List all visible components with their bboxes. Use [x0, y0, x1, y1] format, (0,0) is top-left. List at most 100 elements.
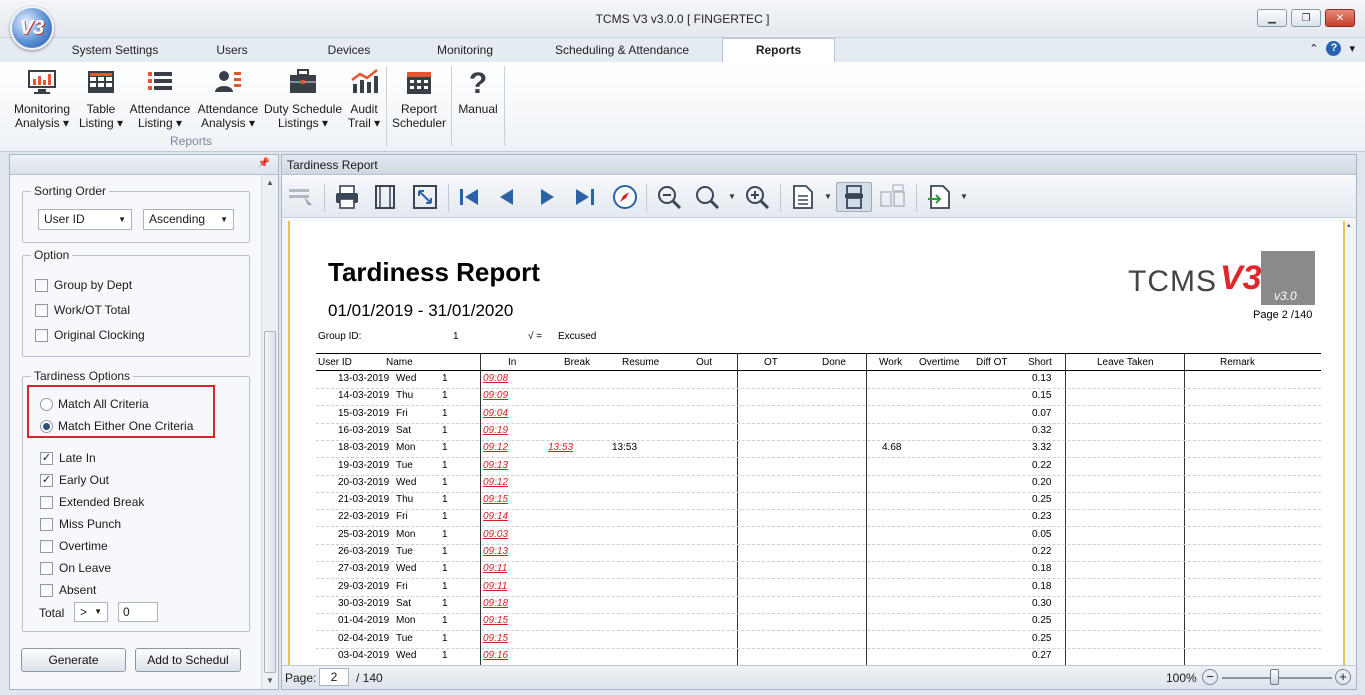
option-group: Option Group by Dept Work/OT Total Origi… — [22, 248, 250, 357]
close-button[interactable]: ✕ — [1325, 9, 1355, 27]
sort-order-select[interactable]: Ascending ▼ — [143, 209, 234, 230]
absent-checkbox[interactable]: Absent — [40, 582, 96, 598]
tab-reports[interactable]: Reports — [722, 38, 835, 63]
svg-text:?: ? — [469, 67, 487, 98]
scroll-thumb[interactable] — [264, 331, 276, 673]
logo-v3-text: V3 — [1220, 259, 1262, 297]
cell-day: Wed — [396, 563, 417, 575]
sort-field-value: User ID — [44, 212, 85, 226]
cell-short: 0.27 — [1032, 649, 1052, 661]
zoom-dropdown-icon[interactable]: ▼ — [728, 192, 736, 201]
app-logo[interactable]: V3 — [10, 6, 54, 50]
last-page-button[interactable] — [570, 182, 600, 212]
page-setup-button[interactable] — [370, 182, 400, 212]
multipage-dropdown-icon[interactable]: ▼ — [824, 192, 832, 201]
col-header-short: Short — [1028, 357, 1052, 368]
previous-page-button[interactable] — [492, 182, 522, 212]
scroll-up-icon[interactable]: ▲ — [262, 175, 278, 191]
page-number-input[interactable]: 2 — [319, 668, 349, 686]
extended-break-checkbox[interactable]: Extended Break — [40, 494, 144, 510]
group-by-dept-checkbox[interactable]: Group by Dept — [35, 277, 132, 293]
checkbox-label: Miss Punch — [59, 517, 122, 531]
cell-resume: 13:53 — [612, 442, 638, 454]
report-viewer[interactable]: Tardiness Report 01/01/2019 - 31/01/2020… — [282, 219, 1356, 665]
cell-day: Tue — [396, 459, 413, 471]
zoom-button[interactable] — [692, 182, 722, 212]
help-dropdown-icon[interactable]: ▾ — [1349, 42, 1355, 55]
logo-version-text: v3.0 — [1274, 289, 1297, 303]
audit-trail-button[interactable]: Audit Trail ▾ — [346, 66, 382, 130]
total-operator-select[interactable]: > ▼ — [74, 602, 108, 622]
ribbon-label: Listing ▾ — [128, 116, 192, 130]
attendance-analysis-button[interactable]: Attendance Analysis ▾ — [196, 66, 260, 130]
single-page-button[interactable] — [836, 182, 872, 212]
pin-icon[interactable]: 📌 — [258, 158, 270, 169]
next-page-button[interactable] — [532, 182, 562, 212]
sort-field-select[interactable]: User ID ▼ — [38, 209, 132, 230]
navigate-button[interactable] — [610, 182, 640, 212]
row-separator — [316, 491, 1321, 493]
col-header-user-id: User ID — [318, 357, 352, 368]
table-listing-button[interactable]: Table Listing ▾ — [78, 66, 124, 130]
tab-users[interactable]: Users — [200, 42, 264, 62]
scroll-up-icon[interactable]: ▴ — [1347, 221, 1355, 229]
add-to-schedule-button[interactable]: Add to Schedul — [135, 648, 241, 672]
print-button[interactable] — [332, 182, 362, 212]
attendance-listing-button[interactable]: Attendance Listing ▾ — [128, 66, 192, 130]
dropdown-icon: ▾ — [318, 116, 329, 130]
zoom-out-slider-icon[interactable]: − — [1202, 669, 1218, 685]
report-panel: Tardiness Report ▼ ▼ ▼ Tardiness Report … — [281, 154, 1357, 690]
early-out-checkbox[interactable]: ✓ Early Out — [40, 472, 109, 488]
cell-date: 13-03-2019 — [338, 373, 390, 384]
tab-system-settings[interactable]: System Settings — [60, 42, 170, 62]
zoom-out-button[interactable] — [654, 182, 684, 212]
ribbon-label-line2: Listing — [137, 116, 173, 130]
tab-scheduling-attendance[interactable]: Scheduling & Attendance — [546, 42, 698, 62]
cell-day: Wed — [396, 476, 417, 488]
on-leave-checkbox[interactable]: On Leave — [40, 560, 111, 576]
first-page-button[interactable] — [454, 182, 484, 212]
cell-short: 0.22 — [1032, 546, 1052, 557]
miss-punch-checkbox[interactable]: Miss Punch — [40, 516, 121, 532]
late-in-checkbox[interactable]: ✓ Late In — [40, 450, 96, 466]
chevron-down-icon: ▼ — [118, 215, 126, 224]
multipage-button[interactable] — [788, 182, 818, 212]
ribbon-label: Attendance — [129, 102, 191, 116]
cell-user-id: 1 — [442, 407, 448, 419]
cell-user-id: 1 — [442, 476, 448, 488]
overtime-checkbox[interactable]: Overtime — [40, 538, 108, 554]
zoom-in-button[interactable] — [742, 182, 772, 212]
zoom-in-slider-icon[interactable]: + — [1335, 669, 1351, 685]
col-header-leave-taken: Leave Taken — [1097, 357, 1154, 368]
tab-devices[interactable]: Devices — [316, 42, 382, 62]
manual-button[interactable]: ? Manual — [455, 66, 501, 116]
export-button[interactable] — [924, 182, 954, 212]
cell-user-id: 1 — [442, 546, 448, 557]
select-tool-button[interactable] — [286, 182, 316, 212]
total-value-input[interactable]: 0 — [118, 602, 158, 622]
toolbar-separator — [916, 184, 917, 212]
ribbon-label: Analysis ▾ — [196, 116, 260, 130]
report-scheduler-button[interactable]: Report Scheduler — [390, 66, 448, 130]
minimize-button[interactable]: ▁ — [1257, 9, 1287, 27]
fit-page-button[interactable] — [410, 182, 440, 212]
original-clocking-checkbox[interactable]: Original Clocking — [35, 327, 145, 343]
report-vertical-scrollbar[interactable]: ▴ — [1346, 219, 1356, 665]
collapse-ribbon-icon[interactable]: ⌃ — [1309, 42, 1318, 55]
help-icon[interactable]: ? — [1326, 41, 1342, 56]
options-scrollbar[interactable]: ▲ ▼ — [261, 175, 278, 689]
tab-monitoring[interactable]: Monitoring — [424, 42, 506, 62]
restore-button[interactable]: ❐ — [1291, 9, 1321, 27]
cell-date: 14-03-2019 — [338, 390, 390, 402]
cell-user-id: 1 — [442, 442, 448, 454]
duty-schedule-listings-button[interactable]: Duty Schedule Listings ▾ — [263, 66, 343, 130]
export-dropdown-icon[interactable]: ▼ — [960, 192, 968, 201]
two-pages-button[interactable] — [878, 182, 908, 212]
zoom-slider-thumb[interactable] — [1270, 669, 1279, 685]
scroll-down-icon[interactable]: ▼ — [262, 673, 278, 689]
monitoring-analysis-button[interactable]: Monitoring Analysis ▾ — [10, 66, 74, 130]
dropdown-icon: ▾ — [113, 116, 124, 130]
generate-button[interactable]: Generate — [21, 648, 126, 672]
col-header-overtime: Overtime — [919, 357, 960, 368]
work-ot-total-checkbox[interactable]: Work/OT Total — [35, 302, 130, 318]
